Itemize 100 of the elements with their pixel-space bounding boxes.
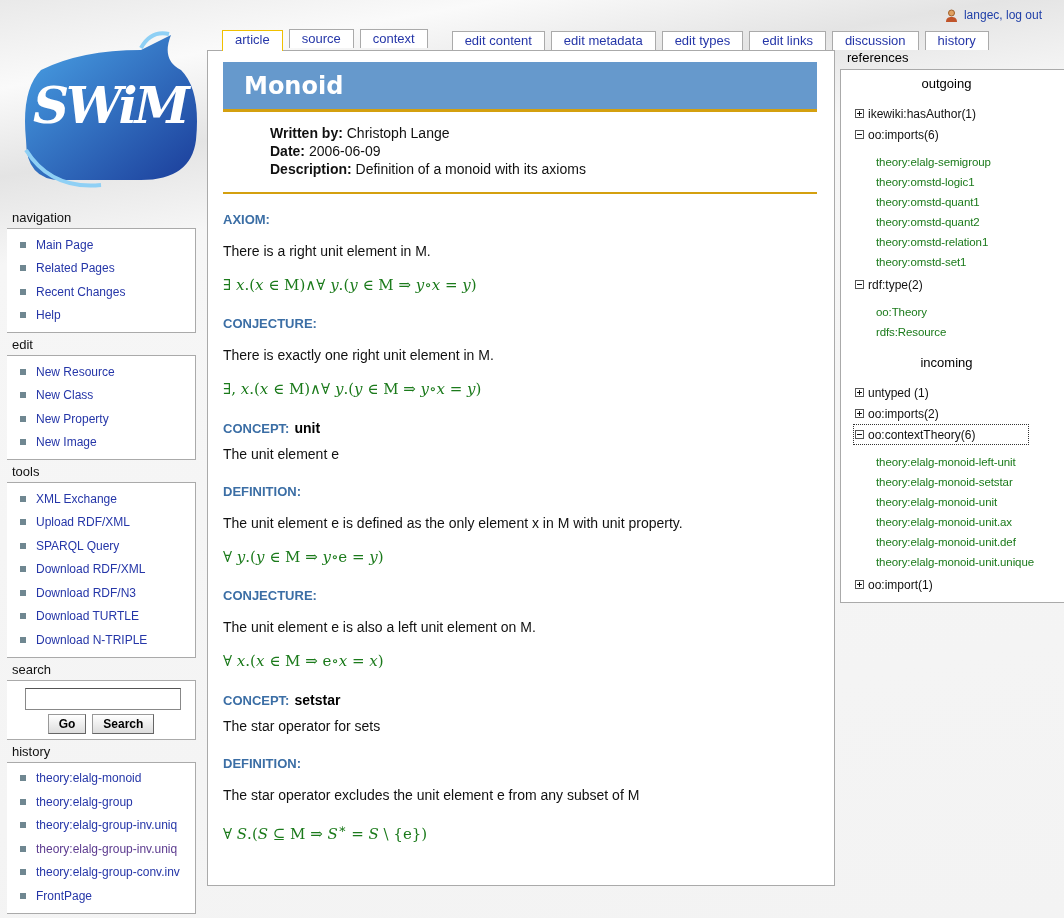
reference-link[interactable]: theory:omstd-logic1 (876, 172, 1064, 192)
bullet-icon (20, 566, 26, 573)
meta-line: Written by: Christoph Lange (270, 124, 451, 142)
page-title: Monoid (244, 71, 344, 100)
portlet-title: tools (11, 464, 41, 481)
reference-link[interactable]: theory:omstd-set1 (876, 252, 1064, 272)
sidebar-link[interactable]: SPARQL Query (36, 538, 120, 553)
sidebar-link[interactable]: Main Page (36, 237, 94, 252)
sidebar-link[interactable]: XML Exchange (36, 491, 117, 506)
statement-text: The star operator excludes the unit element e from any subset of M (223, 786, 641, 804)
tree-node[interactable]: oo:imports(2) (854, 404, 940, 423)
tree-node[interactable]: rdf:type(2) (854, 275, 924, 294)
bullet-icon (20, 415, 26, 422)
reference-link[interactable]: theory:elalg-monoid-left-unit (876, 452, 1064, 472)
panel-title: references (846, 50, 910, 67)
bullet-icon (20, 241, 26, 248)
sidebar-link[interactable]: Download RDF/N3 (36, 585, 137, 600)
sidebar-link[interactable]: theory:elalg-group-inv.uniq (36, 818, 178, 833)
collapse-icon[interactable] (855, 430, 864, 439)
reference-link[interactable]: theory:omstd-quant2 (876, 212, 1064, 232)
concept-name: setstar (294, 692, 341, 708)
sidebar-link[interactable]: Upload RDF/XML (36, 515, 131, 530)
tab[interactable]: history (924, 31, 989, 50)
tree-node[interactable]: oo:import(1) (854, 575, 934, 594)
portlet-title: history (11, 743, 52, 761)
tab[interactable]: edit links (749, 31, 826, 50)
reference-link[interactable]: rdfs:Resource (876, 322, 1064, 342)
bullet-icon (20, 519, 26, 526)
concept-name: unit (294, 420, 321, 436)
sidebar-link[interactable]: theory:elalg-group (36, 794, 133, 809)
bullet-icon (20, 822, 26, 829)
block-label: DEFINITION: (223, 484, 301, 500)
tab[interactable]: edit metadata (550, 31, 656, 50)
meta-line: Date: 2006-06-09 (270, 142, 382, 160)
reference-link[interactable]: theory:elalg-monoid-unit.def (876, 532, 1064, 552)
bullet-icon (20, 312, 26, 319)
sidebar-link[interactable]: New Property (36, 411, 109, 426)
sidebar-link[interactable]: FrontPage (36, 888, 93, 903)
tree-node[interactable]: untyped (1) (854, 383, 930, 402)
bullet-icon (20, 265, 26, 272)
bullet-icon (20, 636, 26, 643)
section-heading: incoming (919, 355, 974, 370)
sidebar-link[interactable]: theory:elalg-group-inv.uniq (36, 841, 178, 856)
tab[interactable]: article (222, 30, 283, 51)
reference-link[interactable]: oo:Theory (876, 302, 1064, 322)
search-field[interactable] (25, 687, 181, 710)
collapse-icon[interactable] (855, 130, 864, 139)
tab[interactable]: edit types (661, 31, 744, 50)
search-button[interactable]: Search (92, 713, 155, 734)
user-link[interactable]: langec, log out (963, 8, 1042, 22)
expand-icon[interactable] (855, 388, 864, 397)
sidebar-link[interactable]: Download RDF/XML (36, 562, 146, 577)
expand-icon[interactable] (855, 580, 864, 589)
formula: ∃ x.(x ∈ M)∧∀ y.(y ∈ M ⇒ y∘x = y) (223, 275, 478, 295)
reference-link[interactable]: theory:elalg-semigroup (876, 152, 1064, 172)
tab[interactable]: edit content (451, 31, 545, 50)
portlet-title: edit (11, 337, 34, 354)
expand-icon[interactable] (855, 409, 864, 418)
sidebar-link[interactable]: Download TURTLE (36, 609, 139, 624)
block-label: CONJECTURE: (223, 588, 317, 604)
statement-text: The unit element e is defined as the only element x in M with unit property. (223, 514, 684, 532)
sidebar-link[interactable]: New Resource (36, 364, 115, 379)
portlet-title: navigation (11, 210, 73, 227)
bullet-icon (20, 439, 26, 446)
sidebar-link[interactable]: theory:elalg-group-conv.inv (36, 865, 180, 880)
sidebar-link[interactable]: New Class (36, 388, 94, 403)
tab[interactable]: context (359, 29, 428, 48)
expand-icon[interactable] (855, 109, 864, 118)
formula: ∀ S.(S ⊆ M ⇒ S$^{∗}$ = S \ {e}) (223, 820, 429, 844)
reference-link[interactable]: theory:omstd-relation1 (876, 232, 1064, 252)
sidebar-link[interactable]: Help (36, 308, 61, 323)
tree-node[interactable]: oo:imports(6) (854, 125, 940, 144)
sidebar-link[interactable]: Download N-TRIPLE (36, 632, 148, 647)
collapse-icon[interactable] (855, 280, 864, 289)
reference-link[interactable]: theory:elalg-monoid-unit.unique (876, 552, 1064, 572)
block-label: AXIOM: (223, 212, 270, 228)
block-label: CONCEPT: (223, 421, 290, 437)
concept-text: The star operator for sets (223, 717, 382, 735)
sidebar-link[interactable]: Recent Changes (36, 284, 126, 299)
bullet-icon (20, 495, 26, 502)
meta-line: Description: Definition of a monoid with its axioms (270, 160, 587, 178)
bullet-icon (20, 542, 26, 549)
formula: ∀ y.(y ∈ M ⇒ y∘e = y) (223, 547, 385, 567)
tab[interactable]: source (288, 29, 354, 48)
sidebar-link[interactable]: theory:elalg-monoid (36, 771, 142, 786)
bullet-icon (20, 368, 26, 375)
sidebar-link[interactable]: New Image (36, 435, 97, 450)
search-button[interactable]: Go (47, 713, 87, 734)
concept-text: The unit element e (223, 445, 340, 463)
tab[interactable]: discussion (831, 31, 919, 50)
reference-link[interactable]: theory:elalg-monoid-setstar (876, 472, 1064, 492)
bullet-icon (20, 288, 26, 295)
sidebar-link[interactable]: Related Pages (36, 261, 115, 276)
reference-link[interactable]: theory:elalg-monoid-unit.ax (876, 512, 1064, 532)
reference-link[interactable]: theory:omstd-quant1 (876, 192, 1064, 212)
bullet-icon (20, 845, 26, 852)
block-label: CONJECTURE: (223, 316, 317, 332)
reference-link[interactable]: theory:elalg-monoid-unit (876, 492, 1064, 512)
tree-node[interactable]: oo:contextTheory(6) (854, 425, 1028, 444)
tree-node[interactable]: ikewiki:hasAuthor(1) (854, 104, 978, 123)
